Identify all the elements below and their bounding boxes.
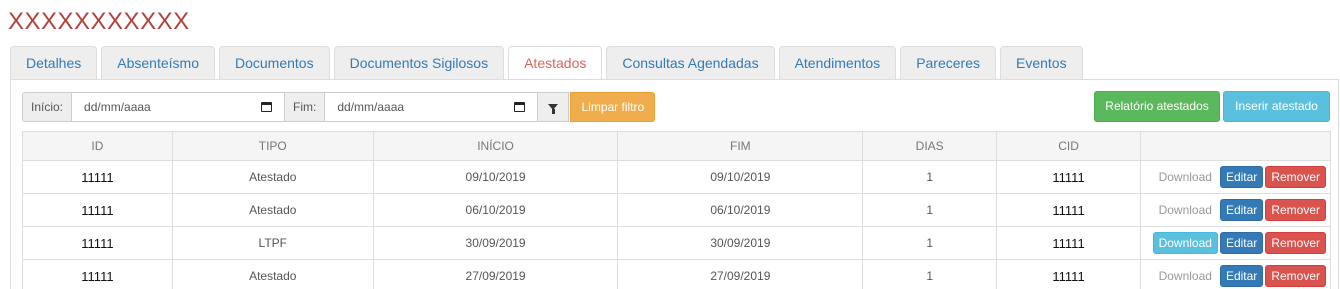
cell-actions: Download Editar Remover <box>1139 259 1332 289</box>
cell-dias: 1 <box>862 226 998 260</box>
column-header-id[interactable]: ID <box>22 131 173 161</box>
column-header-tipo[interactable]: TIPO <box>171 131 374 161</box>
tab-panel: Início: dd/mm/aaaa Fim: dd/mm/aaaa Limpa… <box>10 79 1339 289</box>
page-title: XXXXXXXXXXX <box>8 8 190 35</box>
cell-cid: 11111 <box>996 259 1141 289</box>
cell-id: 11111 <box>22 160 173 194</box>
insert-button[interactable]: Inserir atestado <box>1223 91 1330 122</box>
edit-button[interactable]: Editar <box>1219 166 1264 188</box>
cell-id: 11111 <box>22 259 173 289</box>
start-date-label: Início: <box>22 92 73 122</box>
cell-inicio: 27/09/2019 <box>372 259 619 289</box>
start-date-value: dd/mm/aaaa <box>84 100 151 114</box>
end-date-input[interactable]: dd/mm/aaaa <box>325 92 539 122</box>
end-date-value: dd/mm/aaaa <box>337 100 405 114</box>
download-button[interactable]: Download <box>1153 265 1218 287</box>
cell-fim: 27/09/2019 <box>617 259 864 289</box>
cell-tipo: Atestado <box>171 259 374 289</box>
calendar-icon[interactable] <box>261 102 273 112</box>
cell-dias: 1 <box>862 193 998 227</box>
cell-actions: Download Editar Remover <box>1139 226 1332 260</box>
tab-detalhes[interactable]: Detalhes <box>10 46 98 80</box>
download-button[interactable]: Download <box>1153 166 1218 188</box>
cell-actions: Download Editar Remover <box>1139 160 1332 194</box>
cell-fim: 06/10/2019 <box>617 193 864 227</box>
table-header-row: ID TIPO INÍCIO FIM DIAS CID <box>22 131 1332 161</box>
tab-absenteismo[interactable]: Absenteísmo <box>101 46 215 80</box>
tab-documentos-sigilosos[interactable]: Documentos Sigilosos <box>333 46 505 80</box>
column-header-actions <box>1139 131 1332 161</box>
cell-id: 11111 <box>22 226 173 260</box>
table-row: 11111 Atestado 06/10/2019 06/10/2019 1 1… <box>22 193 1332 227</box>
cell-cid: 11111 <box>996 193 1141 227</box>
clear-filter-button[interactable]: Limpar filtro <box>570 92 656 122</box>
cell-cid: 11111 <box>996 226 1141 260</box>
remove-button[interactable]: Remover <box>1265 232 1326 254</box>
tab-bar: Detalhes Absenteísmo Documentos Document… <box>10 46 1087 81</box>
remove-button[interactable]: Remover <box>1265 166 1326 188</box>
cell-inicio: 06/10/2019 <box>372 193 619 227</box>
download-button[interactable]: Download <box>1153 199 1218 221</box>
cell-fim: 09/10/2019 <box>617 160 864 194</box>
column-header-cid[interactable]: CID <box>996 131 1141 161</box>
date-filter: Início: dd/mm/aaaa Fim: dd/mm/aaaa Limpa… <box>22 92 656 122</box>
edit-button[interactable]: Editar <box>1219 265 1264 287</box>
cell-inicio: 30/09/2019 <box>372 226 619 260</box>
cell-tipo: Atestado <box>171 160 374 194</box>
cell-fim: 30/09/2019 <box>617 226 864 260</box>
report-button[interactable]: Relatório atestados <box>1094 91 1220 122</box>
cell-tipo: LTPF <box>171 226 374 260</box>
table-row: 11111 LTPF 30/09/2019 30/09/2019 1 11111… <box>22 226 1332 260</box>
column-header-fim[interactable]: FIM <box>617 131 864 161</box>
cell-inicio: 09/10/2019 <box>372 160 619 194</box>
funnel-icon <box>548 104 559 114</box>
atestados-table: ID TIPO INÍCIO FIM DIAS CID 11111 Atesta… <box>22 131 1332 289</box>
cell-tipo: Atestado <box>171 193 374 227</box>
edit-button[interactable]: Editar <box>1219 199 1264 221</box>
cell-id: 11111 <box>22 193 173 227</box>
remove-button[interactable]: Remover <box>1265 265 1326 287</box>
edit-button[interactable]: Editar <box>1219 232 1264 254</box>
column-header-dias[interactable]: DIAS <box>862 131 998 161</box>
start-date-input[interactable]: dd/mm/aaaa <box>72 92 286 122</box>
tab-eventos[interactable]: Eventos <box>1000 46 1083 80</box>
tab-pareceres[interactable]: Pareceres <box>900 46 996 80</box>
tab-consultas-agendadas[interactable]: Consultas Agendadas <box>606 46 775 80</box>
filter-button[interactable] <box>538 92 570 122</box>
end-date-label: Fim: <box>285 92 326 122</box>
table-row: 11111 Atestado 27/09/2019 27/09/2019 1 1… <box>22 259 1332 289</box>
cell-dias: 1 <box>862 259 998 289</box>
table-row: 11111 Atestado 09/10/2019 09/10/2019 1 1… <box>22 160 1332 194</box>
cell-actions: Download Editar Remover <box>1139 193 1332 227</box>
cell-dias: 1 <box>862 160 998 194</box>
column-header-inicio[interactable]: INÍCIO <box>372 131 619 161</box>
remove-button[interactable]: Remover <box>1265 199 1326 221</box>
tab-atendimentos[interactable]: Atendimentos <box>778 46 897 80</box>
calendar-icon[interactable] <box>514 102 526 112</box>
cell-cid: 11111 <box>996 160 1141 194</box>
download-button[interactable]: Download <box>1152 232 1218 254</box>
tab-documentos[interactable]: Documentos <box>218 46 330 80</box>
tab-atestados[interactable]: Atestados <box>508 46 603 81</box>
